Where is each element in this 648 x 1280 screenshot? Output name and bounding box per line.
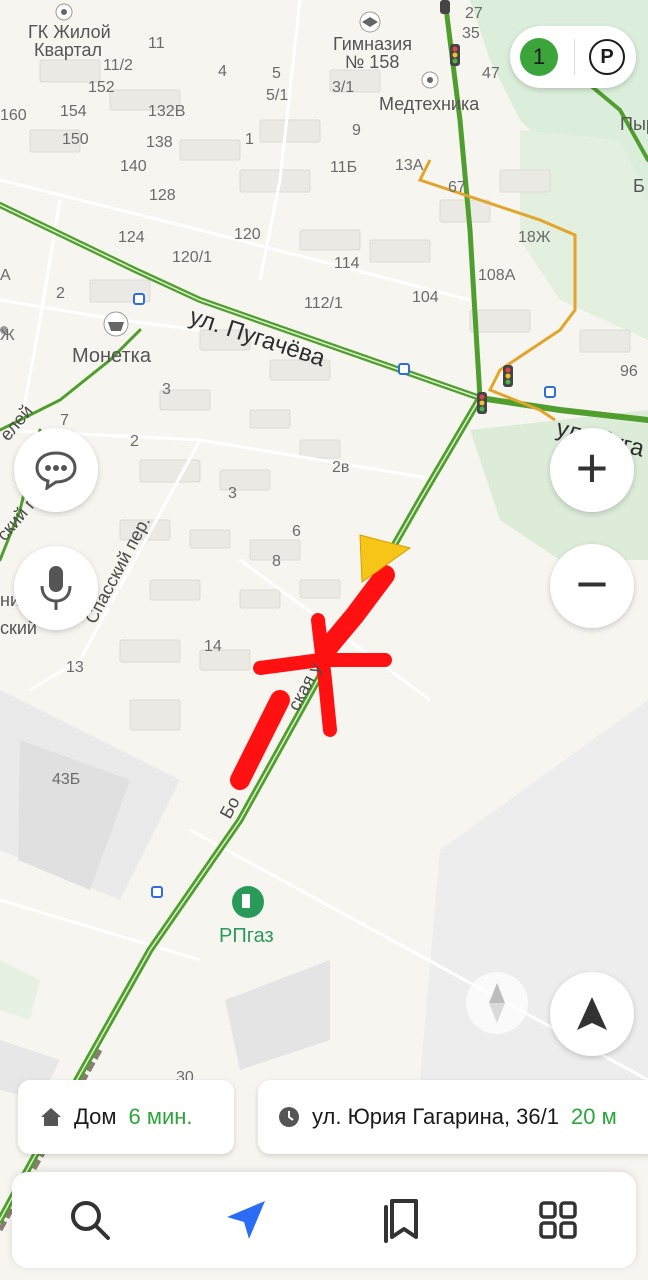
zoom-out-button[interactable]: − <box>550 544 634 628</box>
house-number: 11 <box>148 35 165 52</box>
plus-icon: + <box>575 436 609 499</box>
poi-label-gk-1: ГК Жилой <box>28 22 111 42</box>
house-number: 3 <box>162 381 171 398</box>
tab-search[interactable] <box>50 1180 130 1260</box>
house-number: А <box>0 267 11 284</box>
house-number: 112/1 <box>304 295 343 312</box>
saved-place-label: ул. Юрия Гагарина, 36/1 <box>312 1104 559 1129</box>
house-number: 3 <box>228 485 237 502</box>
poi-label-b: Б <box>633 176 645 196</box>
house-number: 160 <box>0 107 27 124</box>
bottom-navigation <box>12 1172 636 1268</box>
navigation-arrow-icon <box>227 1201 265 1239</box>
poi-label-gymnasium-2: № 158 <box>345 52 399 72</box>
chat-bubble-icon <box>35 451 77 490</box>
house-number: 9 <box>352 122 361 139</box>
house-number: 5 <box>272 65 281 82</box>
house-number: 108А <box>478 267 516 284</box>
poi-label-rpgaz: РПгаз <box>219 925 274 947</box>
grid-icon <box>539 1201 577 1239</box>
house-number: 67 <box>448 179 466 196</box>
voice-input-button[interactable] <box>14 546 98 630</box>
poi-label-pyr: Пыр <box>620 114 648 134</box>
location-arrow-icon <box>577 997 607 1030</box>
house-number: 43Б <box>52 771 80 788</box>
compass-button[interactable] <box>466 972 528 1034</box>
house-number: 120 <box>234 226 261 243</box>
house-number: Ж <box>0 327 15 344</box>
home-label: Дом <box>74 1104 117 1129</box>
tab-navigator[interactable] <box>206 1180 286 1260</box>
traffic-level-button[interactable]: 1 <box>520 38 558 76</box>
house-number: 11/2 <box>103 57 133 74</box>
house-number: 14 <box>204 638 222 655</box>
house-number: 13 <box>66 659 84 676</box>
house-number: 8 <box>272 553 281 570</box>
clock-icon <box>279 1107 299 1127</box>
house-number: 4 <box>218 63 227 80</box>
house-number: 104 <box>412 289 439 306</box>
tab-bookmarks[interactable] <box>362 1180 442 1260</box>
house-number: 140 <box>120 158 147 175</box>
house-number: 6 <box>292 523 301 540</box>
compass-icon <box>489 983 505 1023</box>
house-number: 3/1 <box>332 79 354 96</box>
poi-label-monetka: Монетка <box>72 345 152 367</box>
house-number: 124 <box>118 229 145 246</box>
house-number: 132В <box>148 103 185 120</box>
chat-button[interactable] <box>14 428 98 512</box>
house-number: 35 <box>462 25 480 42</box>
home-icon <box>41 1108 61 1126</box>
house-number: 2 <box>130 433 139 450</box>
bookmarks-icon <box>384 1199 418 1243</box>
house-number: 96 <box>620 363 638 380</box>
minus-icon: − <box>575 552 609 615</box>
search-icon <box>71 1201 110 1240</box>
house-number: 47 <box>482 65 500 82</box>
house-number: 18Ж <box>518 229 551 246</box>
house-number: 5/1 <box>266 87 288 104</box>
traffic-parking-control: 1 P <box>510 26 636 88</box>
house-number: 138 <box>146 134 173 151</box>
my-location-button[interactable] <box>550 972 634 1056</box>
saved-place-shortcut[interactable]: ул. Юрия Гагарина, 36/1 20 м <box>258 1080 648 1154</box>
house-number: 150 <box>62 131 89 148</box>
home-travel-time: 6 мин. <box>128 1104 193 1129</box>
house-number: 7 <box>60 412 69 429</box>
house-number: 2в <box>332 459 349 476</box>
saved-place-travel-time: 20 м <box>571 1104 617 1129</box>
house-number: 114 <box>334 255 360 272</box>
poi-label-gk-2: Квартал <box>34 40 102 60</box>
pill-divider <box>574 39 575 75</box>
house-number: 27 <box>465 5 483 22</box>
house-number: 120/1 <box>172 249 212 266</box>
parking-button[interactable]: P <box>589 39 625 75</box>
zoom-in-button[interactable]: + <box>550 428 634 512</box>
house-number: 1 <box>245 131 254 148</box>
tab-services[interactable] <box>518 1180 598 1260</box>
home-shortcut[interactable]: Дом 6 мин. <box>18 1080 234 1154</box>
microphone-icon <box>40 566 72 610</box>
house-number: 154 <box>60 103 87 120</box>
poi-label-gymnasium-1: Гимназия <box>333 34 412 54</box>
poi-label-medtekhnika: Медтехника <box>379 94 480 114</box>
house-number: 152 <box>88 79 115 96</box>
house-number: 13А <box>395 157 424 174</box>
house-number: 2 <box>56 285 65 302</box>
house-number: 11Б <box>330 159 357 176</box>
house-number: 128 <box>149 187 176 204</box>
